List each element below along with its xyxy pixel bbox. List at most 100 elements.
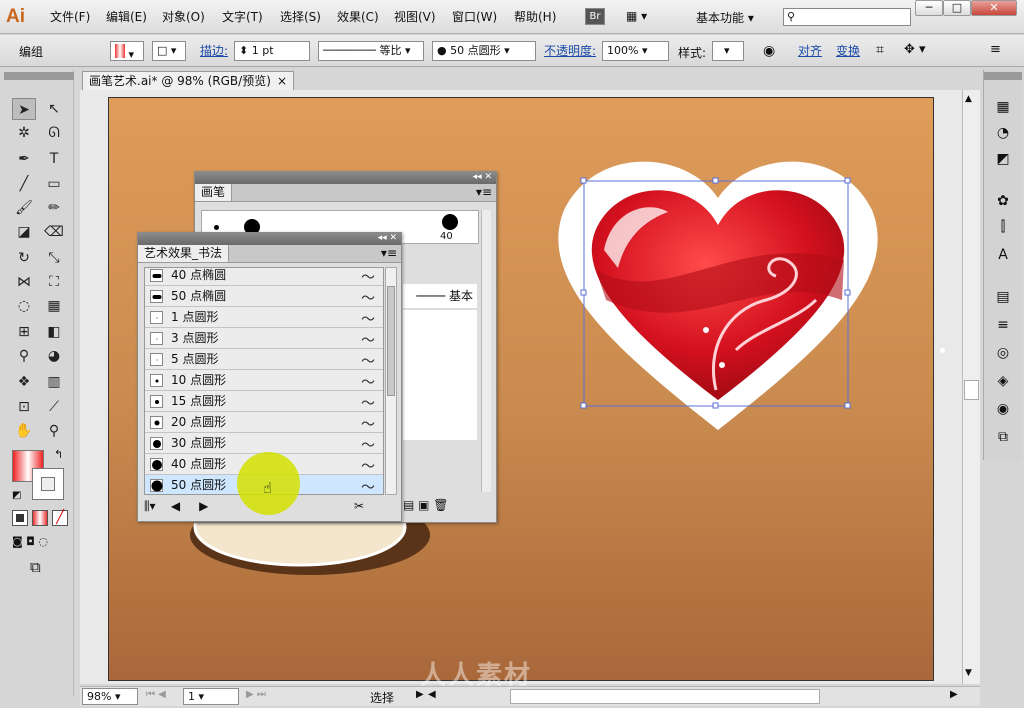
first-artboard-icon[interactable]: ⏮ ◀	[146, 689, 166, 700]
swap-fill-stroke-icon[interactable]: ↰	[54, 448, 63, 461]
menu-file[interactable]: 文件(F)	[50, 9, 90, 25]
scale-tool-icon[interactable]: ⤡	[42, 247, 66, 269]
brushes-panel-titlebar[interactable]: ◂◂ ✕	[195, 172, 496, 184]
selection-handle[interactable]	[580, 402, 587, 409]
next-artboard-icon[interactable]: ▶ ⏭	[246, 689, 266, 700]
basic-brush-row[interactable]: ──── 基本	[403, 284, 477, 308]
hand-tool-icon[interactable]: ✋	[12, 420, 36, 442]
tools-panel-header[interactable]	[4, 72, 74, 80]
art-brush-previews[interactable]	[403, 310, 477, 440]
gradient-mode-button[interactable]	[32, 510, 48, 526]
bridge-button[interactable]: Br	[585, 8, 605, 25]
right-dock-header[interactable]	[984, 72, 1022, 80]
swatches-panel-icon[interactable]: ▦	[990, 96, 1016, 118]
pen-tool-icon[interactable]: ✒	[12, 148, 36, 170]
color-guide-panel-icon[interactable]: ◔	[990, 122, 1016, 144]
menu-select[interactable]: 选择(S)	[280, 9, 321, 25]
selection-handle[interactable]	[580, 177, 587, 184]
blob-brush-tool-icon[interactable]: ◪	[12, 221, 36, 243]
library-menu-icon[interactable]: ⫼▾	[144, 499, 156, 513]
horizontal-scroll-thumb[interactable]	[510, 689, 820, 704]
transparency-panel-icon[interactable]: ◉	[990, 398, 1016, 420]
variable-width-profile[interactable]: ──────── 等比 ▾	[318, 41, 424, 61]
color-panel-icon[interactable]: ◩	[990, 148, 1016, 170]
magic-wand-tool-icon[interactable]: ✲	[12, 122, 36, 144]
line-tool-icon[interactable]: ╱	[12, 173, 36, 195]
library-brush-row[interactable]: 3 点圆形 〜	[145, 328, 383, 349]
mesh-tool-icon[interactable]: ⊞	[12, 321, 36, 343]
zoom-tool-icon[interactable]: ⚲	[42, 420, 66, 442]
library-brush-row[interactable]: 40 点椭圆 〜	[145, 268, 383, 286]
draw-mode-buttons[interactable]: ◙ ◘ ◌	[12, 534, 68, 550]
library-panel-titlebar[interactable]: ◂◂ ✕	[138, 233, 401, 245]
brushes-panel-scrollbar[interactable]	[481, 210, 491, 492]
graphic-styles-panel-icon[interactable]: ✿	[990, 190, 1016, 212]
previous-library-icon[interactable]: ◀	[171, 499, 180, 513]
menu-edit[interactable]: 编辑(E)	[106, 9, 147, 25]
artboard-number-field[interactable]: 1 ▾	[183, 688, 239, 705]
menu-window[interactable]: 窗口(W)	[452, 9, 497, 25]
scroll-left-icon[interactable]: ◀	[428, 689, 436, 700]
eyedropper-tool-icon[interactable]: ⚲	[12, 345, 36, 367]
remove-brush-icon[interactable]: ✂	[354, 499, 364, 513]
artboard-tool-icon[interactable]: ⊡	[12, 396, 36, 418]
document-tab-close[interactable]: ×	[277, 72, 287, 90]
next-library-icon[interactable]: ▶	[199, 499, 208, 513]
panel-menu-icon[interactable]: ≡	[990, 42, 1001, 57]
eraser-tool-icon[interactable]: ⌫	[42, 221, 66, 243]
color-mode-button[interactable]	[12, 510, 28, 526]
library-brush-row[interactable]: 20 点圆形 〜	[145, 412, 383, 433]
search-input[interactable]: ⚲	[783, 8, 911, 26]
selection-handle[interactable]	[712, 402, 719, 409]
brush-definition-dropdown[interactable]: ● 50 点圆形 ▾	[432, 41, 536, 61]
layers-panel-icon[interactable]: ◈	[990, 370, 1016, 392]
align-panel-icon[interactable]: ⫿	[990, 216, 1016, 238]
stroke-link[interactable]: 描边:	[200, 41, 228, 61]
opacity-link[interactable]: 不透明度:	[544, 41, 596, 61]
minimize-button[interactable]: ─	[915, 0, 943, 16]
status-menu-icon[interactable]: ▶	[416, 689, 424, 700]
selection-handle[interactable]	[844, 402, 851, 409]
scroll-right-icon[interactable]: ▶	[950, 689, 958, 700]
transform-link[interactable]: 变换	[836, 41, 860, 61]
brushes-panel-menu-icon[interactable]: ▾≡	[476, 184, 496, 201]
direct-selection-tool-icon[interactable]: ↖	[42, 98, 66, 120]
library-brush-row[interactable]: 10 点圆形 〜	[145, 370, 383, 391]
library-panel-tab[interactable]: 艺术效果_书法	[138, 245, 230, 262]
maximize-button[interactable]: □	[943, 0, 971, 16]
library-brush-row[interactable]: 15 点圆形 〜	[145, 391, 383, 412]
gradient-panel-icon[interactable]: ▤	[990, 286, 1016, 308]
vertical-scroll-thumb[interactable]	[964, 380, 979, 400]
rotate-tool-icon[interactable]: ↻	[12, 247, 36, 269]
shape-builder-tool-icon[interactable]: ◌	[12, 295, 36, 317]
menu-type[interactable]: 文字(T)	[222, 9, 263, 25]
options-dropdown-icon[interactable]: ✥ ▾	[904, 42, 926, 57]
type-tool-icon[interactable]: T	[42, 148, 66, 170]
fill-color-dropdown[interactable]: ▾	[110, 41, 144, 61]
style-dropdown[interactable]: ▾	[712, 41, 744, 61]
selection-handle[interactable]	[580, 289, 587, 296]
menu-object[interactable]: 对象(O)	[162, 9, 205, 25]
selection-handle[interactable]	[844, 289, 851, 296]
brushes-panel-footer-icons[interactable]: ▤ ▣ 🗑	[403, 498, 449, 512]
opacity-field[interactable]: 100% ▾	[602, 41, 669, 61]
column-graph-tool-icon[interactable]: ▥	[42, 371, 66, 393]
arrange-documents-button[interactable]: ▦ ▾	[626, 9, 662, 25]
slice-tool-icon[interactable]: ⟋	[42, 396, 66, 418]
isolate-group-icon[interactable]: ⌗	[876, 42, 884, 58]
library-panel-menu-icon[interactable]: ▾≡	[381, 245, 401, 262]
stroke-swatch[interactable]	[32, 468, 64, 500]
menu-view[interactable]: 视图(V)	[394, 9, 436, 25]
menu-effect[interactable]: 效果(C)	[337, 9, 379, 25]
library-scrollbar[interactable]	[385, 267, 397, 495]
character-panel-icon[interactable]: A	[990, 244, 1016, 266]
zoom-field[interactable]: 98% ▾	[82, 688, 138, 705]
library-brush-row[interactable]: 30 点圆形 〜	[145, 433, 383, 454]
selection-handle[interactable]	[712, 177, 719, 184]
symbol-sprayer-tool-icon[interactable]: ❖	[12, 371, 36, 393]
library-brush-row[interactable]: 50 点椭圆 〜	[145, 286, 383, 307]
workspace-switcher[interactable]: 基本功能 ▾	[696, 9, 754, 26]
selection-handle[interactable]	[844, 177, 851, 184]
free-transform-tool-icon[interactable]: ⛶	[42, 271, 66, 293]
selection-tool-icon[interactable]: ➤	[12, 98, 36, 120]
